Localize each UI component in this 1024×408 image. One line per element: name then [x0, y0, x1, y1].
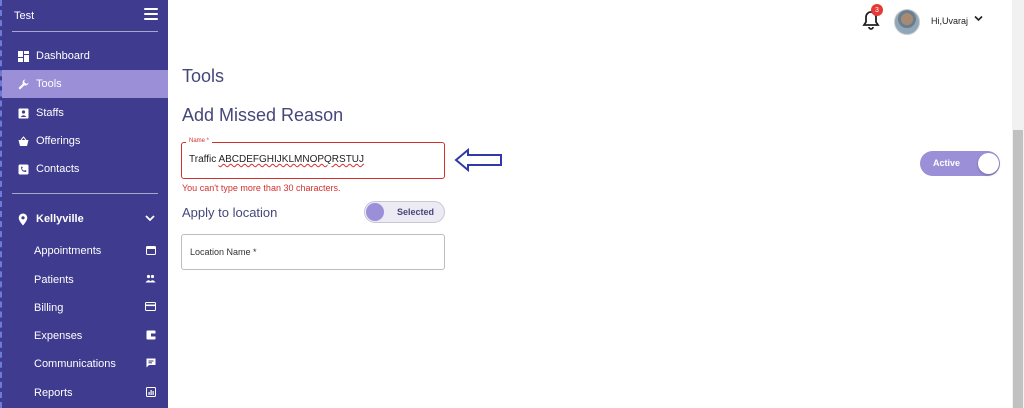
sidebar-item-label: Communications	[34, 358, 116, 370]
notification-badge: 3	[871, 4, 883, 16]
brand-name: Test	[14, 10, 35, 22]
sidebar-item-label: Reports	[34, 387, 73, 399]
badge-icon	[16, 106, 30, 120]
toggle-knob	[978, 153, 999, 174]
location-name: Kellyville	[36, 213, 84, 225]
chat-icon	[146, 358, 156, 371]
apply-to-location-label: Apply to location	[182, 205, 278, 220]
left-arrow-icon	[454, 147, 504, 173]
toggle-label: Selected	[397, 207, 435, 217]
name-field-value[interactable]: Traffic ABCDEFGHIJKLMNOPQRSTUJ	[189, 154, 364, 165]
sidebar: Test Dashboard Tools Staffs Offerings Co…	[0, 0, 168, 408]
sidebar-item-tools[interactable]: Tools	[2, 70, 168, 98]
sidebar-item-communications[interactable]: Communications	[2, 350, 168, 378]
status-toggle[interactable]: Active	[920, 151, 1000, 176]
sidebar-item-reports[interactable]: Reports	[2, 379, 168, 407]
contact-icon	[16, 162, 30, 176]
toggle-knob	[366, 203, 384, 221]
user-greeting[interactable]: Hi,Uvaraj	[931, 16, 968, 26]
card-icon	[145, 302, 156, 314]
sidebar-item-label: Patients	[34, 274, 74, 286]
page-title: Tools	[182, 66, 225, 86]
dashboard-icon	[16, 49, 30, 63]
avatar[interactable]	[894, 9, 920, 35]
sidebar-item-label: Dashboard	[36, 50, 90, 62]
name-value-plain: Traffic	[189, 154, 219, 165]
sidebar-item-label: Expenses	[34, 330, 83, 342]
sidebar-item-label: Staffs	[36, 107, 64, 119]
name-value-misspelled: ABCDEFGHIJKLMNOPQRSTUJ	[218, 154, 365, 165]
app-window: Test Dashboard Tools Staffs Offerings Co…	[0, 0, 1024, 408]
location-name-placeholder: Location Name *	[190, 247, 257, 257]
wallet-icon	[146, 330, 156, 343]
sidebar-item-label: Billing	[34, 302, 64, 314]
apply-location-toggle[interactable]: Selected	[364, 201, 445, 223]
people-icon	[145, 274, 156, 286]
sidebar-item-staffs[interactable]: Staffs	[2, 99, 168, 127]
basket-icon	[16, 134, 30, 148]
location-selector[interactable]: Kellyville	[2, 205, 168, 233]
name-field-label: Name *	[186, 138, 213, 144]
menu-toggle-icon[interactable]	[144, 8, 158, 20]
location-name-field[interactable]: Location Name *	[181, 234, 445, 270]
wrench-icon	[16, 77, 30, 91]
divider	[12, 193, 158, 194]
sidebar-item-contacts[interactable]: Contacts	[2, 155, 168, 183]
sidebar-item-label: Appointments	[34, 245, 102, 257]
section-title: Add Missed Reason	[182, 105, 344, 125]
sidebar-item-label: Offerings	[36, 135, 81, 147]
divider	[12, 31, 158, 32]
sidebar-item-dashboard[interactable]: Dashboard	[2, 42, 168, 70]
scrollbar-thumb[interactable]	[1013, 130, 1023, 408]
calendar-icon	[146, 245, 156, 258]
report-icon	[146, 386, 156, 400]
sidebar-item-appointments[interactable]: Appointments	[2, 237, 168, 265]
name-field-error: You can't type more than 30 characters.	[182, 183, 341, 193]
sidebar-item-label: Tools	[36, 78, 62, 90]
sidebar-item-patients[interactable]: Patients	[2, 266, 168, 294]
sidebar-item-billing[interactable]: Billing	[2, 294, 168, 322]
scrollbar[interactable]	[1012, 0, 1024, 408]
location-pin-icon	[16, 213, 30, 226]
toggle-label: Active	[933, 158, 961, 168]
sidebar-item-offerings[interactable]: Offerings	[2, 127, 168, 155]
sidebar-item-expenses[interactable]: Expenses	[2, 322, 168, 350]
sidebar-item-label: Contacts	[36, 163, 80, 175]
chevron-down-icon[interactable]	[974, 14, 983, 24]
chevron-down-icon	[145, 213, 155, 225]
